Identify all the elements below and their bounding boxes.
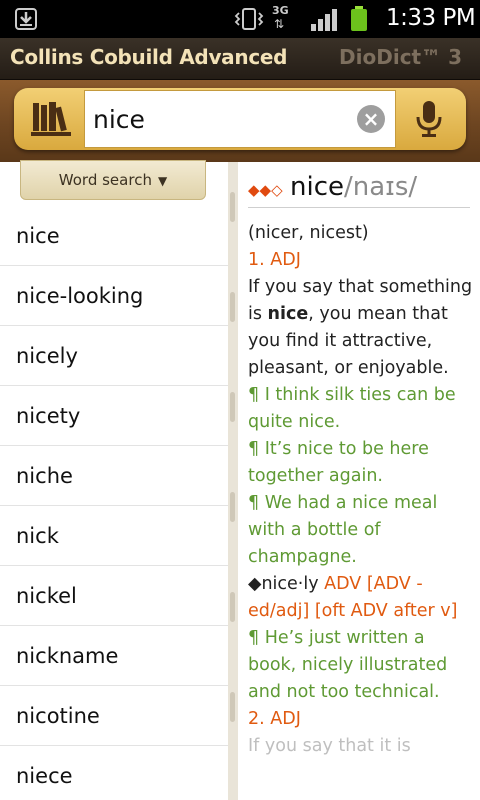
sense-label: 1. ADJ [248, 250, 301, 270]
definition-text: If you say that something is nice, you m… [248, 277, 473, 378]
drag-handle[interactable] [230, 592, 235, 622]
brand-logo: DioDict™ 3 [339, 45, 462, 69]
signal-icon [311, 9, 337, 31]
microphone-icon [416, 101, 442, 137]
list-item[interactable]: nickel [0, 566, 228, 626]
list-item[interactable]: nicety [0, 386, 228, 446]
list-item[interactable]: nicely [0, 326, 228, 386]
example-sentence: ¶ We had a nice meal with a bottle of ch… [248, 493, 438, 567]
drag-handle[interactable] [230, 392, 235, 422]
list-item[interactable]: nice [0, 206, 228, 266]
derived-form: ◆nice·ly ADV [ADV -ed/adj] [oft ADV afte… [248, 574, 458, 621]
bookshelf-icon [31, 102, 71, 136]
example-sentence: ¶ He’s just written a book, nicely illus… [248, 628, 448, 702]
pronunciation: /naɪs/ [344, 172, 418, 202]
battery-icon [351, 6, 367, 31]
list-item[interactable]: nickname [0, 626, 228, 686]
list-item[interactable]: nice-looking [0, 266, 228, 326]
triangle-down-icon: ▼ [157, 174, 168, 188]
list-item[interactable]: niece [0, 746, 228, 800]
drag-handle[interactable] [230, 292, 235, 322]
title-bar: Collins Cobuild Advanced DioDict™ 3 [0, 38, 480, 80]
clear-icon[interactable]: × [357, 105, 385, 133]
search-input[interactable] [93, 99, 343, 139]
word-search-dropdown[interactable]: Word search ▼ [20, 160, 206, 200]
clock: 1:33 PM [386, 5, 476, 31]
network-3g-icon: 3G ⇅ [272, 4, 289, 31]
download-icon [15, 8, 37, 30]
vibrate-icon [234, 8, 264, 30]
search-field[interactable]: × [84, 90, 396, 148]
definition-body: (nicer, nicest) 1. ADJ If you say that s… [248, 220, 474, 760]
search-bar: × [0, 80, 480, 162]
inflections: (nicer, nicest) [248, 223, 369, 243]
drag-handle[interactable] [230, 492, 235, 522]
example-sentence: ¶ I think silk ties can be quite nice. [248, 385, 456, 432]
word-list-pane: Word search ▼ nice nice-looking nicely ni… [0, 160, 228, 800]
list-item[interactable]: nick [0, 506, 228, 566]
pane-divider[interactable] [228, 162, 238, 800]
tab-strip: Word search ▼ [0, 160, 228, 206]
drag-handle[interactable] [230, 692, 235, 722]
list-item[interactable]: niche [0, 446, 228, 506]
example-sentence: ¶ It’s nice to be here together again. [248, 439, 429, 486]
drag-handle[interactable] [230, 192, 235, 222]
definition-pane: ◆◆◇ nice/naɪs/ (nicer, nicest) 1. ADJ If… [238, 162, 480, 800]
sense-label: 2. ADJ [248, 709, 301, 729]
word-search-label: Word search [58, 171, 152, 189]
dictionary-title: Collins Cobuild Advanced [10, 45, 288, 69]
frequency-stars: ◆◆◇ [248, 181, 283, 199]
status-bar: 3G ⇅ 1:33 PM [0, 0, 480, 38]
entry-header: ◆◆◇ nice/naɪs/ [248, 170, 470, 208]
bookshelf-button[interactable] [20, 94, 82, 144]
list-item[interactable]: nicotine [0, 686, 228, 746]
word-list: nice nice-looking nicely nicety niche ni… [0, 206, 228, 800]
voice-search-button[interactable] [398, 94, 460, 144]
headword: nice/naɪs/ [290, 172, 418, 202]
definition-text: If you say that it is [248, 736, 411, 756]
